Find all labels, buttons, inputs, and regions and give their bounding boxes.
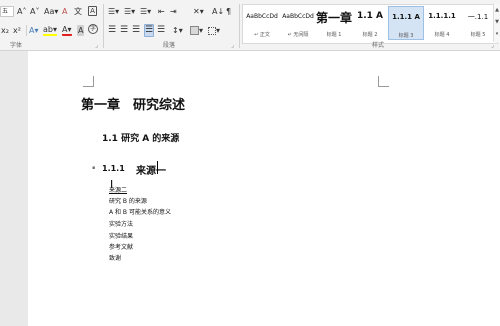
styles-group-label: 样式 <box>372 42 385 49</box>
justify-icon[interactable]: ☰ <box>144 24 155 37</box>
style-item-heading-2[interactable]: 1.1 A 标题 2 <box>352 6 388 40</box>
change-case-button[interactable]: Aa▾ <box>44 6 58 17</box>
chevron-up-icon[interactable]: ▲ <box>494 4 500 16</box>
document-page[interactable]: 第一章 研究综述 1.1 研究 A 的来源 ▪ 1.1.1 来源一 I 来源二 … <box>28 51 500 326</box>
subscript-button[interactable]: x₂ <box>1 25 9 36</box>
style-item-heading-4[interactable]: 1.1.1.1 标题 4 <box>424 6 460 40</box>
distributed-icon[interactable]: ☰ <box>157 25 165 36</box>
align-right-icon[interactable]: ☰ <box>132 25 140 36</box>
style-name: ↵ 无间隔 <box>287 32 309 38</box>
borders-dropdown[interactable]: ▾ <box>216 26 220 35</box>
borders-icon[interactable]: ▾ <box>208 25 220 36</box>
style-item-no-spacing[interactable]: AaBbCcDd ↵ 无间隔 <box>280 6 316 40</box>
font-dialog-launcher-icon[interactable]: ⌟ <box>95 42 98 50</box>
body-line: 致谢 <box>109 255 122 262</box>
style-name: ↵ 正文 <box>254 32 270 38</box>
shrink-font-button[interactable]: A˅ <box>30 6 39 17</box>
paragraph-group-label: 段落 <box>163 42 176 49</box>
group-separator-paragraph <box>239 4 240 48</box>
sort-button[interactable]: A↓ <box>212 6 224 17</box>
style-name: 标题 2 <box>362 32 378 38</box>
style-name: 标题 1 <box>326 32 342 38</box>
superscript-button[interactable]: x² <box>13 25 21 36</box>
highlight-color-button[interactable]: ab▾ <box>43 25 57 36</box>
increase-indent-button[interactable]: ⇥ <box>170 6 177 17</box>
clear-format-button[interactable]: A <box>62 6 67 17</box>
styles-gallery-scroll[interactable]: ▲ ▼ ▾ <box>493 4 500 42</box>
font-color-button[interactable]: A▾ <box>62 25 72 36</box>
body-line: 研究 B 的来源 <box>109 198 147 205</box>
font-group-label: 字体 <box>10 42 23 49</box>
group-separator-font <box>103 4 104 48</box>
grow-font-button[interactable]: A˄ <box>17 6 26 17</box>
style-name: 标题 3 <box>398 33 414 39</box>
style-sample: 1.1 A <box>356 11 384 21</box>
style-item-normal[interactable]: AaBbCcDd ↵ 正文 <box>244 6 280 40</box>
bullets-button[interactable]: ☰▾ <box>108 6 119 17</box>
body-line: 参考文献 <box>109 244 134 251</box>
heading-2: 1.1 研究 A 的来源 <box>102 134 180 144</box>
body-line: 实验方法 <box>109 221 134 228</box>
style-sample: 第一章 <box>316 11 353 25</box>
text-effects-button[interactable]: A▾ <box>29 25 39 36</box>
heading-1: 第一章 研究综述 <box>81 98 186 113</box>
style-sample: 1.1.1 A <box>392 13 420 21</box>
heading-3-number: 1.1.1 <box>102 164 125 173</box>
style-name: 标题 4 <box>434 32 450 38</box>
style-sample: 一.1.1 <box>467 13 489 21</box>
line-spacing-button[interactable]: ↕▾ <box>172 25 183 36</box>
style-item-heading-1[interactable]: 第一章 标题 1 <box>316 6 352 40</box>
heading-3-text: 来源一 <box>136 166 166 177</box>
align-left-icon[interactable]: ☰ <box>108 25 116 36</box>
shading-dropdown[interactable]: ▾ <box>199 26 203 35</box>
font-row-separator <box>26 25 27 36</box>
paragraph-dialog-launcher-icon[interactable]: ⌟ <box>231 42 234 50</box>
show-marks-button[interactable]: ¶ <box>226 6 231 17</box>
body-line: 来源二 <box>109 187 128 194</box>
multilevel-list-button[interactable]: ☰▾ <box>140 6 151 17</box>
enclose-characters-button[interactable]: 字 <box>88 24 98 34</box>
crop-mark-top-left <box>83 76 94 87</box>
paragraph-mark-icon: ▪ <box>92 165 96 171</box>
style-sample: 1.1.1.1 <box>428 12 456 20</box>
phonetic-guide-button[interactable]: 文 <box>74 6 82 17</box>
styles-gallery: AaBbCcDd ↵ 正文 AaBbCcDd ↵ 无间隔 第一章 标题 1 1.… <box>242 4 498 44</box>
text-cursor <box>157 161 158 174</box>
style-item-heading-5[interactable]: 一.1.1 标题 5 <box>460 6 496 40</box>
numbering-button[interactable]: ☰▾ <box>124 6 135 17</box>
style-sample: AaBbCcDd <box>246 13 278 20</box>
style-item-heading-3[interactable]: 1.1.1 A 标题 3 <box>388 6 424 40</box>
chinese-layout-button[interactable]: ✕▾ <box>193 6 204 17</box>
style-sample: AaBbCcDd <box>282 13 314 20</box>
body-line: 实验结果 <box>109 233 134 240</box>
styles-dialog-launcher-icon[interactable]: ⌟ <box>491 42 494 50</box>
font-size-box[interactable]: 五 <box>0 6 14 17</box>
shading-icon[interactable]: ▾ <box>190 25 203 36</box>
align-center-icon[interactable]: ☰ <box>120 25 128 36</box>
style-name: 标题 5 <box>470 32 486 38</box>
chevron-down-icon[interactable]: ▼ <box>494 16 500 28</box>
expand-gallery-icon[interactable]: ▾ <box>494 28 500 40</box>
char-border-button[interactable]: A <box>88 6 97 16</box>
crop-mark-top-right <box>378 76 389 87</box>
body-line: A 和 B 可能关系的意义 <box>109 209 171 216</box>
decrease-indent-button[interactable]: ⇤ <box>158 6 165 17</box>
char-shading-button[interactable]: A <box>77 25 85 36</box>
